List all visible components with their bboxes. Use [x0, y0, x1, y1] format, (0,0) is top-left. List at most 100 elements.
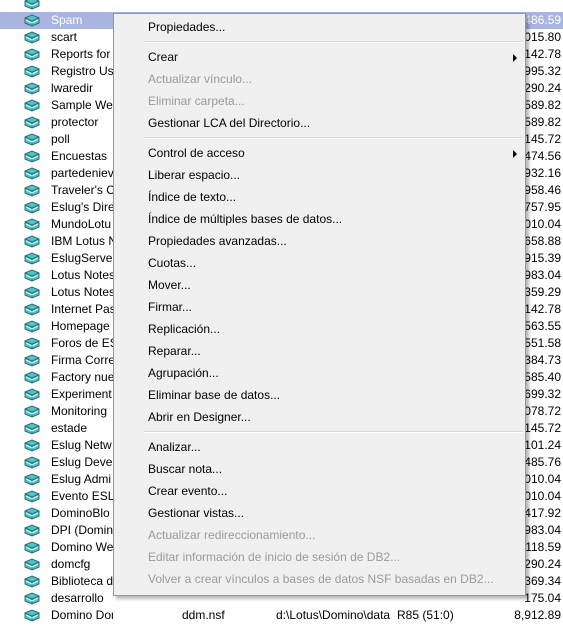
- database-icon: [24, 337, 40, 350]
- db-filename: ddm.nsf: [182, 608, 225, 622]
- menu-item[interactable]: Índice de múltiples bases de datos...: [114, 208, 525, 230]
- database-icon: [24, 388, 40, 401]
- db-title: Eslug's Dire: [51, 200, 113, 214]
- db-title: Domino Domain Monitc: [51, 608, 113, 622]
- db-title: Evento ESL: [51, 489, 113, 503]
- database-icon: [24, 235, 40, 248]
- database-icon: [24, 14, 40, 27]
- menu-item-label: Gestionar vistas...: [148, 506, 245, 520]
- database-icon: [24, 541, 40, 554]
- menu-item[interactable]: Gestionar vistas...: [114, 502, 525, 524]
- menu-item[interactable]: Replicación...: [114, 318, 525, 340]
- menu-item-label: Control de acceso: [148, 146, 245, 160]
- menu-item[interactable]: Liberar espacio...: [114, 164, 525, 186]
- db-title: Eslug Admi: [51, 472, 112, 486]
- db-title: Firma Corre: [51, 353, 113, 367]
- db-title: DominoBlo: [51, 506, 110, 520]
- database-icon: [24, 150, 40, 163]
- db-title: scart: [51, 30, 78, 44]
- menu-item-label: Agrupación...: [148, 366, 219, 380]
- db-title: Lotus Notes: [51, 268, 113, 282]
- database-icon: [24, 167, 40, 180]
- menu-item[interactable]: Gestionar LCA del Directorio...: [114, 112, 525, 134]
- menu-item-label: Índice de texto...: [148, 190, 237, 204]
- menu-item[interactable]: Propiedades...: [114, 16, 525, 38]
- menu-item[interactable]: Analizar...: [114, 436, 525, 458]
- db-title: domcfg: [51, 557, 91, 571]
- menu-item-label: Liberar espacio...: [148, 168, 241, 182]
- db-title: Biblioteca d: [51, 574, 113, 588]
- database-icon: [24, 184, 40, 197]
- db-title: Foros de ES: [51, 336, 113, 350]
- database-icon: [24, 575, 40, 588]
- db-title: Lotus Notes: [51, 285, 113, 299]
- menu-item[interactable]: Abrir en Designer...: [114, 406, 525, 428]
- database-icon: [24, 116, 40, 129]
- database-icon: [24, 218, 40, 231]
- menu-separator: [144, 137, 523, 139]
- db-title: Eslug Deve: [51, 455, 113, 469]
- db-title: Traveler's C: [51, 183, 113, 197]
- table-row[interactable]: [0, 0, 563, 12]
- db-title: Factory nue: [51, 370, 113, 384]
- database-icon: [24, 286, 40, 299]
- menu-item[interactable]: Buscar nota...: [114, 458, 525, 480]
- menu-item-label: Editar información de inicio de sesión d…: [148, 550, 401, 564]
- menu-item[interactable]: Eliminar base de datos...: [114, 384, 525, 406]
- db-title: poll: [51, 132, 70, 146]
- db-size: 8,912.89: [514, 608, 561, 622]
- menu-item[interactable]: Propiedades avanzadas...: [114, 230, 525, 252]
- table-row[interactable]: Domino Domain Monitc ddm.nsf d:\Lotus\Domi…: [0, 607, 563, 624]
- menu-item[interactable]: Crear evento...: [114, 480, 525, 502]
- menu-item-label: Eliminar carpeta...: [148, 94, 245, 108]
- menu-item-label: Propiedades...: [148, 20, 226, 34]
- submenu-arrow-icon: [513, 54, 517, 62]
- menu-item[interactable]: Cuotas...: [114, 252, 525, 274]
- db-title: protector: [51, 115, 99, 129]
- menu-item[interactable]: Mover...: [114, 274, 525, 296]
- menu-item-label: Gestionar LCA del Directorio...: [148, 116, 311, 130]
- db-title: Spam: [51, 13, 83, 27]
- database-icon: [24, 456, 40, 469]
- database-icon: [24, 82, 40, 95]
- menu-item-label: Buscar nota...: [148, 462, 223, 476]
- database-icon: [24, 303, 40, 316]
- menu-item[interactable]: Agrupación...: [114, 362, 525, 384]
- database-icon: [24, 558, 40, 571]
- menu-item-label: Crear: [148, 50, 179, 64]
- db-title: Internet Pas: [51, 302, 113, 316]
- db-title: partedeniev: [51, 166, 113, 180]
- db-title: lwaredir: [51, 81, 94, 95]
- database-icon: [24, 48, 40, 61]
- database-icon: [24, 65, 40, 78]
- database-icon: [24, 252, 40, 265]
- db-path: d:\Lotus\Domino\data: [276, 608, 391, 622]
- menu-item[interactable]: Crear: [114, 46, 525, 68]
- db-title: Registro Us: [51, 64, 113, 78]
- db-release: R85 (51:0): [397, 608, 454, 622]
- menu-item-label: Crear evento...: [148, 484, 228, 498]
- db-title: Encuestas: [51, 149, 108, 163]
- database-icon: [24, 320, 40, 333]
- database-icon: [24, 0, 40, 10]
- menu-item[interactable]: Reparar...: [114, 340, 525, 362]
- db-title: Eslug Netw: [51, 438, 112, 452]
- db-title: Experiment: [51, 387, 112, 401]
- db-title: Sample We: [51, 98, 113, 112]
- menu-item[interactable]: Índice de texto...: [114, 186, 525, 208]
- database-icon: [24, 31, 40, 44]
- db-title: DPI (Domin: [51, 523, 113, 537]
- db-title: Monitoring: [51, 404, 108, 418]
- database-icon: [24, 422, 40, 435]
- database-icon: [24, 354, 40, 367]
- db-title: estade: [51, 421, 88, 435]
- menu-item-label: Propiedades avanzadas...: [148, 234, 287, 248]
- menu-item-label: Firmar...: [148, 300, 192, 314]
- menu-item[interactable]: Firmar...: [114, 296, 525, 318]
- db-title: EslugServe: [51, 251, 113, 265]
- database-icon: [24, 592, 40, 605]
- db-title: Homepage: [51, 319, 110, 333]
- menu-item[interactable]: Control de acceso: [114, 142, 525, 164]
- menu-item: Actualizar vínculo...: [114, 68, 525, 90]
- menu-item-label: Actualizar vínculo...: [148, 72, 253, 86]
